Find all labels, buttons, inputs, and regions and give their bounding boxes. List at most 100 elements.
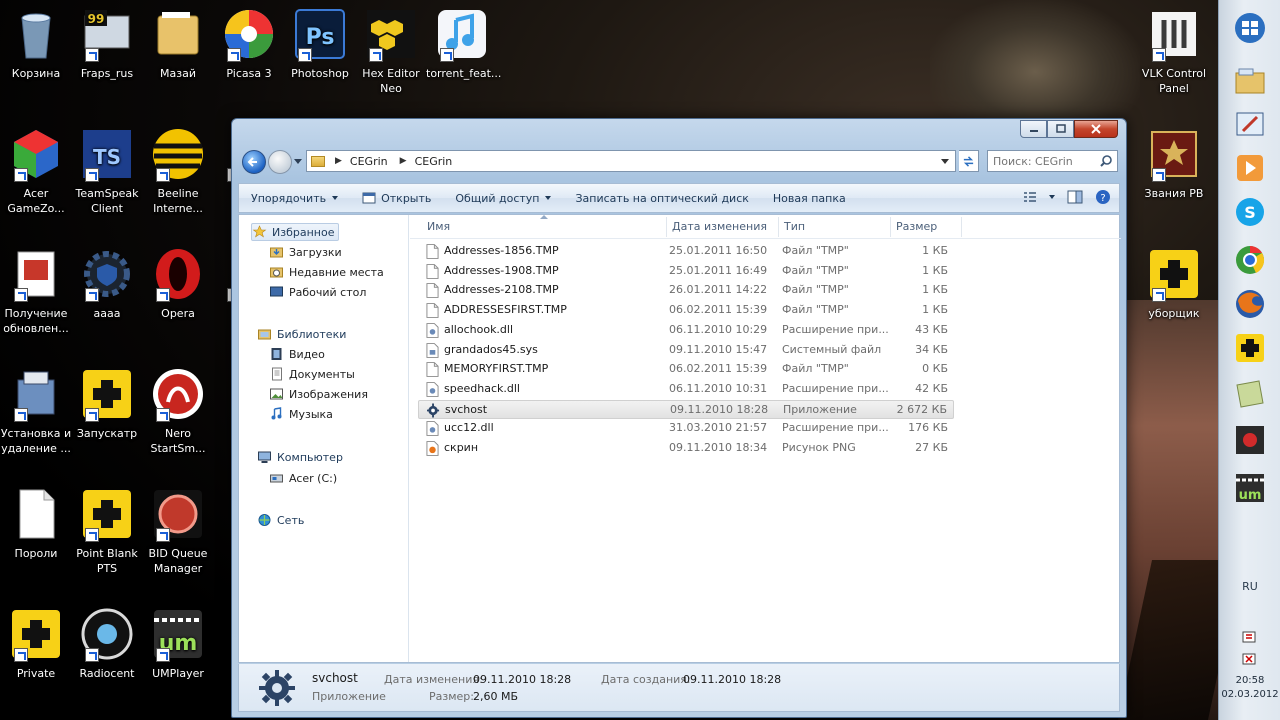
desktop-shortcut[interactable]: VLK Control Panel (1138, 6, 1210, 96)
desktop-shortcut[interactable]: Private (0, 606, 72, 681)
taskbar-button[interactable] (1228, 418, 1272, 462)
column-divider[interactable] (890, 217, 891, 237)
desktop-shortcut[interactable]: уборщик (1138, 246, 1210, 321)
nav-documents[interactable]: Документы (269, 365, 355, 383)
desktop-shortcut[interactable]: Radiocent (71, 606, 143, 681)
desktop-shortcut[interactable]: Nero StartSm... (142, 366, 214, 456)
taskbar-button[interactable] (1228, 326, 1272, 370)
clock[interactable]: 20:58 02.03.2012 (1219, 674, 1280, 702)
burn-button[interactable]: Записать на оптический диск (563, 184, 760, 212)
address-bar[interactable]: ▶ CEGrin ▶ CEGrin (306, 150, 956, 172)
minimize-button[interactable] (1020, 120, 1047, 138)
music-icon (271, 407, 282, 420)
fraps-icon: 99 (79, 6, 135, 62)
organize-button[interactable]: Упорядочить (239, 184, 350, 212)
nav-recent-places[interactable]: Недавние места (269, 263, 384, 281)
forward-button[interactable] (268, 150, 292, 174)
file-row[interactable]: Addresses-1908.TMP 25.01.2011 16:49 Файл "… (418, 262, 954, 281)
file-row[interactable]: ucc12.dll 31.03.2010 21:57 Расширение при.… (418, 419, 954, 438)
desktop-shortcut[interactable]: Beeline Interne... (142, 126, 214, 216)
desktop-shortcut[interactable]: BID Queue Manager (142, 486, 214, 576)
desktop-shortcut[interactable]: torrent_feat... (426, 6, 502, 81)
chevron-right-icon[interactable]: ▶ (400, 156, 407, 166)
nav-music[interactable]: Музыка (269, 405, 333, 423)
taskbar-button[interactable] (1228, 102, 1272, 146)
desktop-shortcut[interactable]: Пороли (0, 486, 72, 561)
help-icon[interactable]: ? (1095, 189, 1111, 205)
nav-favorites[interactable]: Избранное (251, 223, 340, 241)
desktop-shortcut[interactable]: aaaa (71, 246, 143, 321)
desktop-shortcut[interactable]: Acer GameZo... (0, 126, 72, 216)
column-type[interactable]: Тип (784, 220, 805, 233)
desktop-shortcut[interactable]: Корзина (0, 6, 72, 81)
desktop-shortcut[interactable]: Получение обновлен... (0, 246, 72, 336)
open-button[interactable]: Открыть (350, 184, 443, 212)
column-name[interactable]: Имя (427, 220, 450, 233)
nav-libraries[interactable]: Библиотеки (257, 325, 346, 343)
taskbar-button[interactable] (1228, 238, 1272, 282)
nav-network[interactable]: Сеть (257, 511, 304, 529)
tray-network-icon[interactable] (1241, 630, 1259, 644)
maximize-button[interactable] (1047, 120, 1074, 138)
nav-downloads[interactable]: Загрузки (269, 243, 342, 261)
column-date[interactable]: Дата изменения (672, 220, 767, 233)
file-row[interactable]: allochook.dll 06.11.2010 10:29 Расширение … (418, 321, 954, 340)
search-icon[interactable] (1099, 154, 1113, 168)
file-row[interactable]: Addresses-1856.TMP 25.01.2011 16:50 Файл "… (418, 242, 954, 261)
desktop-shortcut-label: torrent_feat... (426, 67, 502, 80)
search-input[interactable] (988, 151, 1096, 171)
breadcrumb-segment[interactable]: CEGrin (415, 155, 453, 168)
nav-drive-c[interactable]: Acer (C:) (269, 469, 337, 487)
history-dropdown-icon[interactable] (294, 159, 302, 164)
file-row[interactable]: скрин 09.11.2010 18:34 Рисунок PNG 27 КБ (418, 439, 954, 458)
taskbar-button[interactable]: S (1228, 190, 1272, 234)
desktop-shortcut[interactable]: Hex Editor Neo (355, 6, 427, 96)
desktop-shortcut[interactable]: Opera (142, 246, 214, 321)
column-divider[interactable] (778, 217, 779, 237)
close-button[interactable] (1074, 120, 1118, 138)
desktop-shortcut[interactable]: Звания PB (1138, 126, 1210, 201)
taskbar-button[interactable] (1228, 282, 1272, 326)
preview-pane-icon[interactable] (1067, 190, 1083, 204)
desktop-shortcut[interactable]: Point Blank PTS (71, 486, 143, 576)
back-button[interactable] (242, 150, 266, 174)
address-dropdown-icon[interactable] (941, 159, 949, 164)
nav-images[interactable]: Изображения (269, 385, 368, 403)
nav-computer[interactable]: Компьютер (257, 448, 343, 466)
desktop-shortcut[interactable]: um UMPlayer (142, 606, 214, 681)
file-row[interactable]: Addresses-2108.TMP 26.01.2011 14:22 Файл "… (418, 281, 954, 300)
taskbar-button[interactable] (1228, 6, 1272, 50)
taskbar-button[interactable]: um (1228, 466, 1272, 510)
column-divider[interactable] (961, 217, 962, 237)
desktop-shortcut[interactable]: Ps Photoshop (284, 6, 356, 81)
nav-desktop[interactable]: Рабочий стол (269, 283, 366, 301)
explorer-window[interactable]: ▶ CEGrin ▶ CEGrin Упорядочить Открыть Об… (231, 118, 1127, 718)
column-size[interactable]: Размер (896, 220, 937, 233)
file-row[interactable]: MEMORYFIRST.TMP 06.02.2011 15:39 Файл "TMP… (418, 360, 954, 379)
nav-video[interactable]: Видео (269, 345, 325, 363)
file-row[interactable]: svchost 09.11.2010 18:28 Приложение 2 672 К… (418, 399, 954, 419)
desktop-shortcut[interactable]: 99 Fraps_rus (71, 6, 143, 81)
share-button[interactable]: Общий доступ (443, 184, 563, 212)
file-row[interactable]: ADDRESSESFIRST.TMP 06.02.2011 15:39 Файл "… (418, 301, 954, 320)
tray-volume-icon[interactable] (1241, 652, 1259, 666)
taskbar-button[interactable] (1228, 60, 1272, 104)
desktop-shortcut[interactable]: TS TeamSpeak Client (71, 126, 143, 216)
view-details-icon[interactable] (1023, 191, 1037, 203)
chevron-right-icon[interactable]: ▶ (335, 156, 342, 166)
desktop-shortcut[interactable]: Мазай (142, 6, 214, 81)
language-indicator[interactable]: RU (1219, 580, 1280, 593)
refresh-button[interactable] (959, 150, 979, 172)
file-row[interactable]: grandados45.sys 09.11.2010 15:47 Системный… (418, 341, 954, 360)
desktop-shortcut[interactable]: Установка и удаление ... (0, 366, 72, 456)
search-box[interactable] (987, 150, 1118, 172)
file-row[interactable]: speedhack.dll 06.11.2010 10:31 Расширение … (418, 380, 954, 399)
taskbar-button[interactable] (1228, 146, 1272, 190)
column-divider[interactable] (666, 217, 667, 237)
desktop-shortcut[interactable]: Picasa 3 (213, 6, 285, 81)
new-folder-button[interactable]: Новая папка (761, 184, 858, 212)
view-dropdown-icon[interactable] (1049, 195, 1055, 199)
taskbar-button[interactable] (1228, 372, 1272, 416)
breadcrumb-segment[interactable]: CEGrin (350, 155, 388, 168)
desktop-shortcut[interactable]: Запускатр (71, 366, 143, 441)
